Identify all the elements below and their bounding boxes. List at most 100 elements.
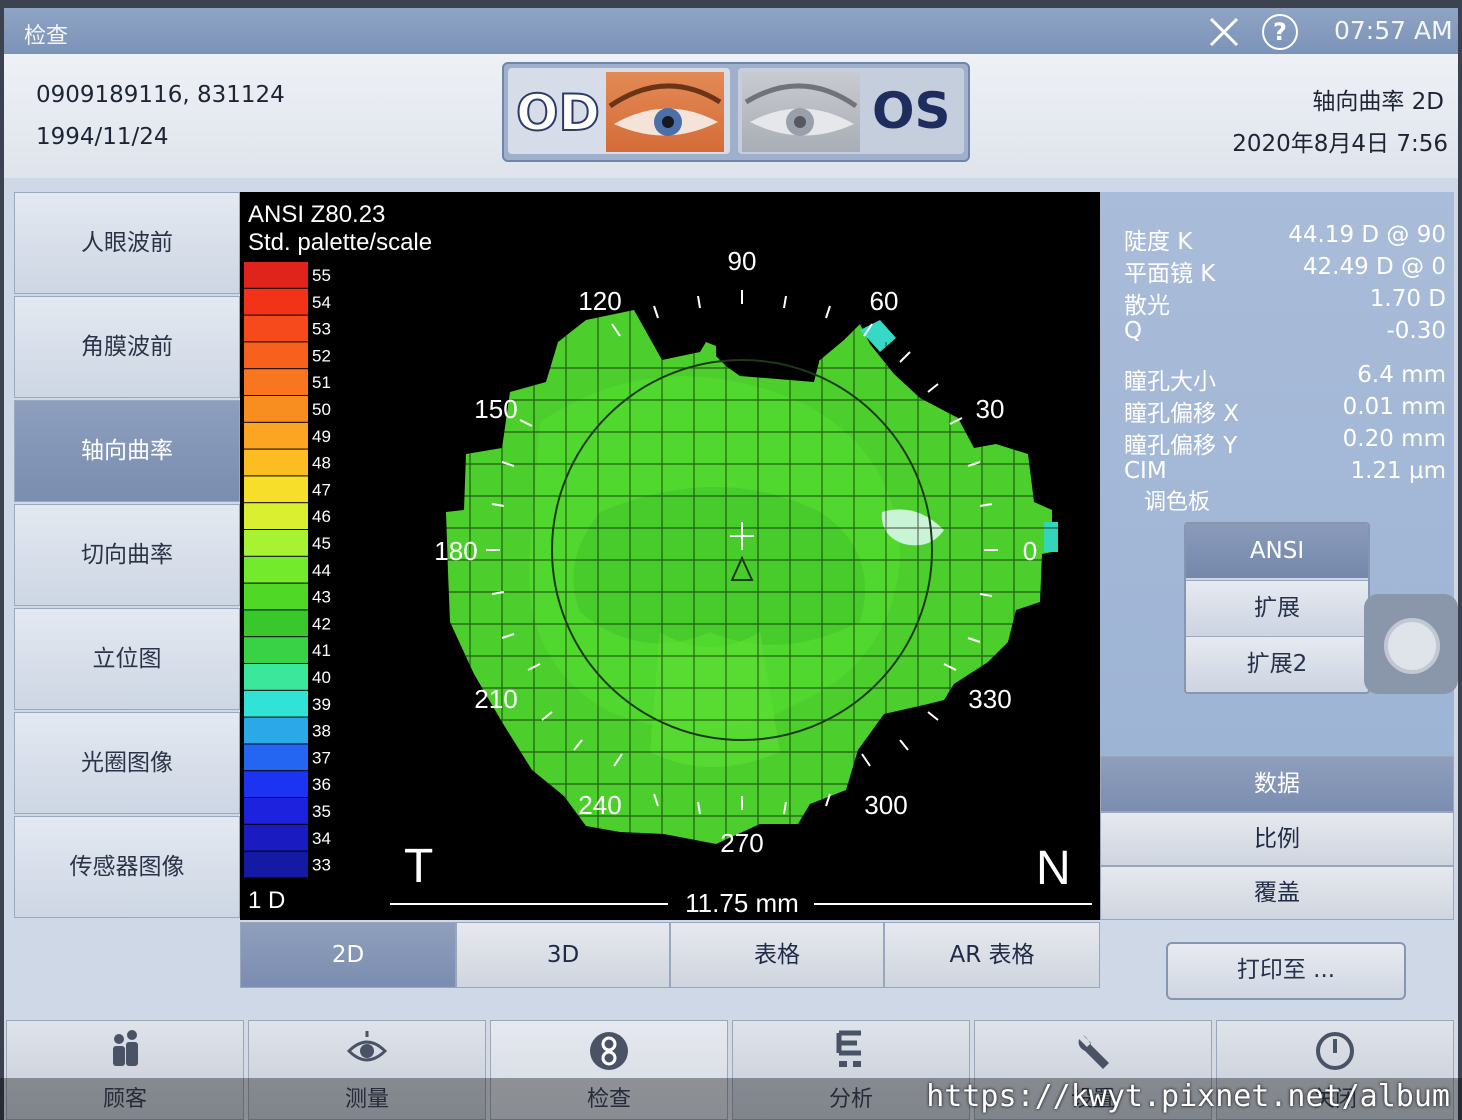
tab-3d[interactable]: 3D — [456, 922, 670, 988]
scale-value: 37 — [312, 748, 331, 767]
scale-swatch — [244, 342, 308, 369]
q-value: -0.30 — [1386, 318, 1446, 344]
scale-swatch — [244, 262, 308, 288]
scale-value: 55 — [312, 266, 331, 285]
left-eye-photo — [742, 72, 860, 152]
scale-swatch — [244, 422, 308, 449]
watermark-text: https://kwyt.pixnet.net/album — [926, 1079, 1450, 1114]
analysis-nav: 人眼波前 角膜波前 轴向曲率 切向曲率 立位图 光圈图像 传感器图像 — [14, 192, 240, 920]
scale-value: 51 — [312, 373, 331, 392]
nav-item-corneal-wavefront[interactable]: 角膜波前 — [14, 296, 240, 398]
map-canvas: ANSI Z80.23 Std. palette/scale 555453525… — [244, 201, 1092, 918]
scale-value: 49 — [312, 427, 331, 446]
exam-mode: 轴向曲率 2D — [1312, 89, 1444, 115]
right-eye-photo — [606, 72, 724, 152]
scale-swatch — [244, 851, 308, 878]
scale-swatch — [244, 503, 308, 529]
nav-item-tangential-curvature[interactable]: 切向曲率 — [14, 504, 240, 606]
scale-value: 45 — [312, 534, 331, 553]
tab-2d[interactable]: 2D — [240, 922, 456, 988]
palette-option-extended[interactable]: 扩展 — [1186, 580, 1368, 635]
scale-value: 43 — [312, 588, 331, 607]
scale-swatch — [244, 664, 308, 690]
temporal-label: T — [404, 840, 433, 893]
scale-swatch — [244, 556, 308, 583]
pupil-offset-y-label: 瞳孔偏移 Y — [1124, 433, 1238, 459]
nasal-label: N — [1036, 842, 1071, 895]
os-label: OS — [872, 82, 951, 140]
scale-value: 41 — [312, 641, 331, 660]
angle-330: 330 — [968, 684, 1011, 714]
od-label: OD — [515, 83, 601, 143]
scale-swatch — [244, 396, 308, 422]
app-screen: 检查 ? 07:57 AM 0909189116, 831124 1994/11… — [4, 8, 1458, 1120]
scale-value: 47 — [312, 480, 331, 499]
angle-120: 120 — [578, 286, 621, 316]
scale-value: 46 — [312, 507, 331, 526]
scale-value: 39 — [312, 695, 331, 714]
steep-k-label: 陡度 K — [1124, 229, 1193, 255]
scale-value: 33 — [312, 856, 331, 875]
eye-selector: OD OS — [502, 62, 970, 162]
tab-data[interactable]: 数据 — [1100, 756, 1454, 812]
curvature-map[interactable]: ANSI Z80.23 Std. palette/scale 55 54 53 52 5… — [240, 192, 1100, 920]
palette-title: 调色板 — [1144, 490, 1211, 515]
exam-header: 0909189116, 831124 1994/11/24 OD OS 轴向曲率… — [4, 54, 1458, 178]
main-area: 人眼波前 角膜波前 轴向曲率 切向曲率 立位图 光圈图像 传感器图像 ANSI … — [4, 178, 1458, 1020]
angle-60: 60 — [870, 286, 899, 316]
scale-value: 35 — [312, 802, 331, 821]
palette-selector: ANSI 扩展 扩展2 — [1184, 522, 1370, 694]
scale-value: 42 — [312, 614, 331, 633]
readings-panel: 陡度 K 44.19 D @ 90 平面镜 K 42.49 D @ 0 散光 1… — [1100, 192, 1454, 920]
angle-300: 300 — [864, 790, 907, 820]
tab-ar-table[interactable]: AR 表格 — [884, 922, 1100, 988]
scale-value: 40 — [312, 668, 331, 687]
scale-value: 34 — [312, 829, 331, 848]
print-button[interactable]: 打印至 ... — [1166, 942, 1406, 1000]
angle-150: 150 — [474, 394, 517, 424]
nav-item-sensor-image[interactable]: 传感器图像 — [14, 816, 240, 918]
od-button[interactable]: OD — [508, 68, 730, 154]
palette-option-ansi[interactable]: ANSI — [1186, 524, 1368, 578]
nav-item-elevation[interactable]: 立位图 — [14, 608, 240, 710]
window-title: 检查 — [24, 24, 69, 49]
pupil-offset-y-value: 0.20 mm — [1342, 426, 1446, 452]
scale-value: 44 — [312, 561, 331, 580]
close-icon[interactable] — [1208, 16, 1240, 48]
scale-swatch — [244, 717, 308, 744]
os-button[interactable]: OS — [738, 68, 964, 154]
scale-value: 48 — [312, 454, 331, 473]
scale-swatch — [244, 637, 308, 663]
scale-swatch — [244, 690, 308, 717]
scale-swatch — [244, 315, 308, 342]
wrench-icon — [1078, 1035, 1109, 1069]
tab-scale[interactable]: 比例 — [1100, 812, 1454, 866]
flat-k-value: 42.49 D @ 0 — [1302, 254, 1446, 280]
palette-option-extended-2[interactable]: 扩展2 — [1186, 636, 1368, 691]
exam-datetime: 2020年8月4日 7:56 — [1232, 131, 1448, 157]
patient-birthdate: 1994/11/24 — [36, 124, 169, 150]
scale-swatch — [244, 288, 308, 315]
scale-value: 54 — [312, 293, 331, 312]
steep-k-value: 44.19 D @ 90 — [1288, 222, 1446, 248]
scale-value: 53 — [312, 320, 331, 339]
nav-item-aperture-image[interactable]: 光圈图像 — [14, 712, 240, 814]
patient-id: 0909189116, 831124 — [36, 82, 285, 108]
map-diameter: 11.75 mm — [685, 888, 799, 918]
map-palette-label: Std. palette/scale — [248, 229, 432, 256]
cim-value: 1.21 µm — [1350, 458, 1446, 484]
color-scale: 55 54 53 52 51 50 49 48 47 46 45 44 43 42 41 40 39 38 37 36… — [244, 262, 331, 878]
astigmatism-value: 1.70 D — [1369, 286, 1446, 312]
angle-90: 90 — [728, 246, 757, 276]
assistive-touch-icon — [1384, 618, 1440, 674]
tab-table[interactable]: 表格 — [670, 922, 884, 988]
pupil-offset-x-value: 0.01 mm — [1342, 394, 1446, 420]
nav-item-axial-curvature[interactable]: 轴向曲率 — [14, 400, 240, 502]
scale-swatch — [244, 610, 308, 637]
help-icon[interactable]: ? — [1262, 14, 1298, 50]
nav-item-whole-eye-wavefront[interactable]: 人眼波前 — [14, 192, 240, 294]
cim-label: CIM — [1124, 458, 1167, 484]
tab-overlay[interactable]: 覆盖 — [1100, 866, 1454, 920]
assistive-touch-button[interactable] — [1364, 594, 1458, 694]
angle-270: 270 — [720, 828, 763, 858]
